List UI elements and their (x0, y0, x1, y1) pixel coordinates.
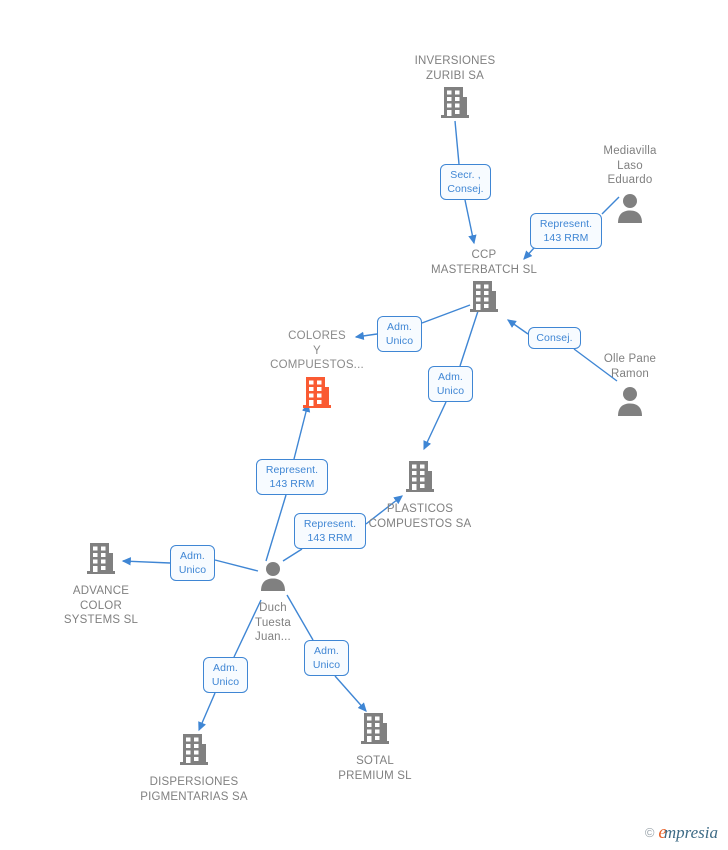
node-label: Olle Pane Ramon (603, 353, 657, 380)
node-duch-tuesta-juan[interactable]: Duch Tuesta Juan... (198, 559, 348, 645)
edge-label-to-dispersiones (198, 692, 216, 732)
node-label: PLASTICOS COMPUESTOS SA (368, 503, 472, 530)
edge-inversiones-to-label (454, 120, 460, 165)
node-dispersiones-pigmentarias[interactable]: DISPERSIONES PIGMENTARIAS SA (119, 733, 269, 804)
edge-label-lbl-represent-plasticos[interactable]: Represent. 143 RRM (294, 513, 366, 549)
node-label: ADVANCE COLOR SYSTEMS SL (63, 585, 139, 626)
person-icon[interactable] (258, 559, 288, 598)
node-label: Mediavilla Laso Eduardo (603, 145, 657, 186)
node-label: COLORES Y COMPUESTOS... (270, 330, 364, 371)
building-icon (180, 734, 208, 765)
person-icon[interactable] (615, 191, 645, 230)
node-colores-y-compuestos[interactable]: COLORES Y COMPUESTOS... (242, 329, 392, 415)
edge-label-lbl-adm-unico-colores[interactable]: Adm. Unico (377, 316, 422, 352)
edge-label-lbl-represent-colores[interactable]: Represent. 143 RRM (256, 459, 328, 495)
building-icon[interactable] (469, 280, 499, 319)
edge-label-to-ccp-3 (506, 319, 529, 335)
node-inversiones-zuribi[interactable]: INVERSIONES ZURIBI SA (380, 54, 530, 125)
edge-label-lbl-adm-unico-dispersiones[interactable]: Adm. Unico (203, 657, 248, 693)
building-icon (441, 87, 469, 118)
edge-label-lbl-adm-unico-sotal[interactable]: Adm. Unico (304, 640, 349, 676)
building-icon (87, 543, 115, 574)
edge-label-to-ccp (464, 199, 477, 245)
watermark: © empresia (645, 823, 718, 842)
node-olle-pane-ramon[interactable]: Olle Pane Ramon (555, 352, 705, 423)
node-label: SOTAL PREMIUM SL (338, 755, 412, 782)
node-label: DISPERSIONES PIGMENTARIAS SA (140, 776, 248, 803)
building-icon[interactable] (179, 733, 209, 772)
building-icon[interactable] (440, 86, 470, 125)
node-sotal-premium[interactable]: SOTAL PREMIUM SL (300, 712, 450, 783)
node-advance-color-systems[interactable]: ADVANCE COLOR SYSTEMS SL (26, 542, 176, 628)
edge-label-to-sotal (334, 675, 367, 712)
building-icon (406, 461, 434, 492)
building-icon (361, 713, 389, 744)
copyright-symbol: © (644, 825, 655, 840)
person-icon (618, 193, 642, 223)
person-icon (618, 387, 642, 416)
edge-label-lbl-adm-unico-plasticos[interactable]: Adm. Unico (428, 366, 473, 402)
edge-label-to-plasticos (423, 401, 447, 451)
relationship-graph: INVERSIONES ZURIBI SA Mediavilla Laso Edu… (0, 0, 728, 850)
brand-logo: empresia (658, 822, 718, 843)
person-icon[interactable] (615, 384, 645, 423)
person-icon (261, 562, 285, 591)
building-icon[interactable] (360, 712, 390, 751)
node-ccp-masterbatch[interactable]: CCP MASTERBATCH SL (409, 248, 559, 319)
edge-label-lbl-secr-consej[interactable]: Secr. , Consej. (440, 164, 491, 200)
building-icon[interactable] (86, 542, 116, 581)
node-label: CCP MASTERBATCH SL (430, 249, 538, 276)
building-icon (470, 281, 498, 312)
edge-label-lbl-represent-mediavilla[interactable]: Represent. 143 RRM (530, 213, 602, 249)
building-icon (303, 376, 331, 408)
edge-label-lbl-consej-olle[interactable]: Consej. (528, 327, 581, 349)
edge-duch-to-label-colores (265, 494, 287, 562)
edge-label-lbl-adm-unico-advance[interactable]: Adm. Unico (170, 545, 215, 581)
node-label: Duch Tuesta Juan... (255, 602, 291, 643)
node-plasticos-compuestos[interactable]: PLASTICOS COMPUESTOS SA (345, 460, 495, 531)
node-label: INVERSIONES ZURIBI SA (414, 55, 496, 82)
building-icon[interactable] (302, 376, 332, 415)
building-icon[interactable] (405, 460, 435, 499)
